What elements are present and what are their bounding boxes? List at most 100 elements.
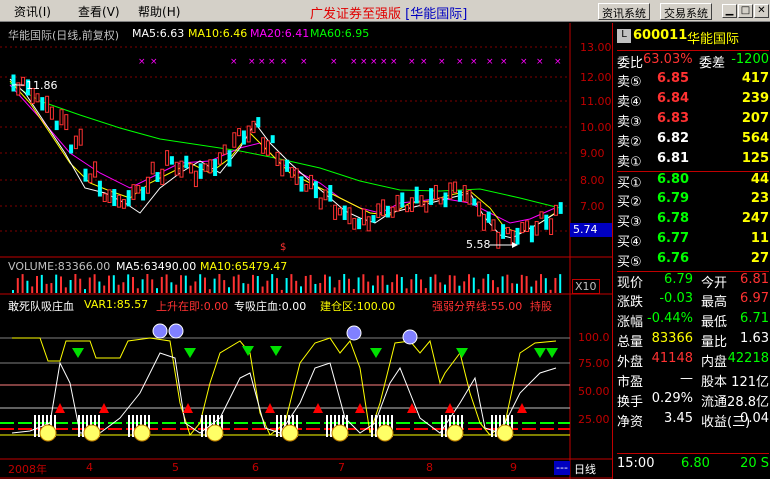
volume-bar xyxy=(372,285,374,293)
minimize-icon[interactable]: ▁ xyxy=(722,4,737,18)
volume-bar xyxy=(295,280,298,293)
date-axis-month-9: 9 xyxy=(510,461,517,474)
candle xyxy=(121,199,126,209)
ask-row[interactable]: 卖② 6.82 564 xyxy=(617,131,769,151)
ma20-label: MA20:6.41 xyxy=(250,27,310,40)
volume-bar xyxy=(74,274,77,293)
volume-bar xyxy=(391,282,394,293)
scroll-handle[interactable]: --- xyxy=(554,461,570,475)
close-icon[interactable]: ✕ xyxy=(754,4,769,18)
volume-bar xyxy=(324,274,326,293)
trade-system-button[interactable]: 交易系统 xyxy=(660,3,712,20)
maximize-icon[interactable]: □ xyxy=(738,4,753,18)
candle xyxy=(385,205,390,218)
stat-row: 涨幅 -0.44% 最低 6.71 xyxy=(617,311,769,330)
bid-row[interactable]: 买① 6.80 44 xyxy=(617,171,769,191)
volume-bar xyxy=(482,278,485,293)
candle xyxy=(69,144,74,154)
volume-bar xyxy=(16,278,19,293)
date-axis-month-8: 8 xyxy=(426,461,433,474)
period-label[interactable]: 日线 xyxy=(574,461,596,477)
volume-bar xyxy=(319,282,322,293)
candle xyxy=(160,168,165,186)
ask-row[interactable]: 卖⑤ 6.85 417 xyxy=(617,71,769,91)
smiley-icon xyxy=(281,424,299,442)
ma10-label: MA10:6.46 xyxy=(188,27,248,40)
volume-bar xyxy=(88,277,91,293)
build-zone-label: 建仓区:100.00 xyxy=(320,300,396,313)
date-axis-month-6: 6 xyxy=(252,461,259,474)
volume-bar xyxy=(266,280,269,293)
candle xyxy=(477,201,482,217)
volume-bar xyxy=(180,275,182,293)
dividend-marker: $ xyxy=(280,242,287,253)
sell-signal-icon xyxy=(72,348,84,358)
smiley-icon xyxy=(206,424,224,442)
bid-row[interactable]: 买⑤ 6.76 27 xyxy=(617,251,769,271)
candle xyxy=(102,193,107,203)
volume-bar xyxy=(420,279,422,293)
ask-row[interactable]: 卖④ 6.84 239 xyxy=(617,91,769,111)
candle xyxy=(275,151,280,167)
volume-multiplier: X10 xyxy=(572,279,600,294)
volume-bar xyxy=(338,279,341,293)
candle xyxy=(361,208,366,226)
volume-bar xyxy=(189,285,192,293)
candle xyxy=(155,172,160,182)
volume-bar xyxy=(127,274,130,293)
bid-row[interactable]: 买④ 6.77 11 xyxy=(617,231,769,251)
volume-label: VOLUME:83366.00 xyxy=(8,260,111,273)
candle xyxy=(83,168,88,182)
volume-bar xyxy=(343,274,346,293)
sell-signal-icon xyxy=(242,346,254,356)
menu-info[interactable]: 资讯(I) xyxy=(14,3,51,20)
volume-bar xyxy=(112,275,115,293)
ask-row[interactable]: 卖③ 6.83 207 xyxy=(617,111,769,131)
candle xyxy=(333,204,338,220)
smiley-icon xyxy=(446,424,464,442)
volume-bar xyxy=(64,287,67,293)
volume-bar xyxy=(271,274,274,293)
volume-ma5-label: MA5:63490.00 xyxy=(116,260,197,273)
bid-row[interactable]: 买③ 6.78 247 xyxy=(617,211,769,231)
ask-row[interactable]: 卖① 6.81 125 xyxy=(617,151,769,171)
volume-bar xyxy=(40,274,43,293)
candle xyxy=(318,197,323,210)
volume-bar xyxy=(50,283,53,293)
candle xyxy=(323,189,328,201)
candle xyxy=(553,204,558,216)
volume-bar xyxy=(458,285,461,293)
candle xyxy=(11,74,16,92)
volume-bar xyxy=(314,283,317,293)
volume-bar xyxy=(501,276,504,293)
stat-row: 现价 6.79 今开 6.81 xyxy=(617,271,769,291)
candle xyxy=(433,184,438,200)
menu-view[interactable]: 查看(V) xyxy=(78,3,120,20)
date-axis-month-5: 5 xyxy=(172,461,179,474)
candle xyxy=(491,219,496,231)
volume-bar xyxy=(26,280,29,293)
volume-ma10-label: MA10:65479.47 xyxy=(200,260,288,273)
volume-bar xyxy=(554,277,557,293)
cross-marker: × xyxy=(330,57,338,67)
bid-row[interactable]: 买② 6.79 23 xyxy=(617,191,769,211)
candle xyxy=(21,76,26,87)
volume-bar xyxy=(232,276,235,293)
chart-area[interactable]: × × × × × × × × × × × × × × × × × × × × × × × × 华能国际(日线,前复权) MA… xyxy=(0,23,612,479)
volume-bar xyxy=(516,283,518,293)
candle xyxy=(97,180,102,197)
candle xyxy=(179,160,184,178)
info-system-button[interactable]: 资讯系统 xyxy=(598,3,650,20)
special-label: 专吸庄血:0.00 xyxy=(234,300,307,313)
signal-bar xyxy=(326,415,328,437)
high-price-label: 11.86 xyxy=(26,79,58,92)
candle xyxy=(169,156,174,165)
volume-bar xyxy=(55,274,58,293)
volume-bar xyxy=(60,276,62,293)
candle xyxy=(304,183,309,192)
cross-marker: × xyxy=(138,57,146,67)
indicator-tick-75: 75.00 xyxy=(578,357,610,370)
candle xyxy=(534,221,539,236)
menu-help[interactable]: 帮助(H) xyxy=(138,3,180,20)
cross-marker: × xyxy=(520,57,528,67)
